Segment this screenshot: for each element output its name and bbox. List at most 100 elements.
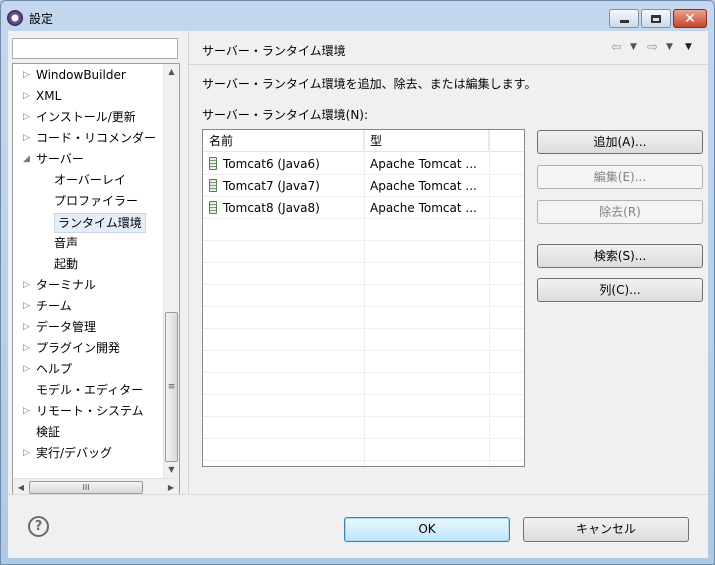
tree-item-label: WindowBuilder — [36, 68, 126, 82]
add-button[interactable]: 追加(A)... — [537, 130, 703, 154]
empty-table-row — [203, 351, 524, 373]
expand-arrow-icon[interactable]: ▷ — [23, 128, 33, 149]
tree-item[interactable]: ▷ コード・リコメンダー — [13, 128, 163, 149]
maximize-button[interactable] — [641, 9, 671, 28]
tree-item[interactable]: 音声 — [13, 233, 163, 254]
preference-tree: ▷ WindowBuilder ▷ XML ▷ インストール/更新 ▷ コード・リコメンダー ◢… — [12, 63, 180, 497]
tree-item-label: オーバーレイ — [54, 173, 126, 187]
expand-arrow-icon[interactable]: ▷ — [23, 296, 33, 317]
scroll-down-arrow-icon[interactable]: ▼ — [164, 462, 179, 478]
close-icon: ✕ — [684, 10, 696, 27]
tree-item-label: プラグイン開発 — [36, 341, 121, 355]
column-header-name[interactable]: 名前 — [203, 130, 364, 152]
tree-list: ▷ WindowBuilder ▷ XML ▷ インストール/更新 ▷ コード・リコメンダー ◢… — [13, 65, 163, 464]
title-bar[interactable]: 設定 ✕ — [1, 1, 714, 31]
tree-item-label: 起動 — [54, 257, 79, 271]
runtime-name-cell: Tomcat6 (Java6) — [209, 153, 359, 175]
tree-item[interactable]: ▷ WindowBuilder — [13, 65, 163, 86]
search-button[interactable]: 検索(S)... — [537, 244, 703, 268]
tree-item[interactable]: 検証 — [13, 422, 163, 443]
tree-item-label: ヘルプ — [36, 362, 73, 376]
scroll-up-arrow-icon[interactable]: ▲ — [164, 64, 179, 80]
expand-arrow-icon[interactable]: ▷ — [23, 317, 33, 338]
remove-button[interactable]: 除去(R) — [537, 200, 703, 224]
tree-item[interactable]: オーバーレイ — [13, 170, 163, 191]
ok-button[interactable]: OK — [344, 517, 510, 542]
preferences-window: 設定 ✕ ▷ WindowBuilder ▷ XML ▷ インストール/更新 ▷ コード・リコ… — [0, 0, 715, 565]
tree-item[interactable]: ▷ ヘルプ — [13, 359, 163, 380]
runtime-name-cell: Tomcat7 (Java7) — [209, 175, 359, 197]
cancel-button[interactable]: キャンセル — [523, 517, 689, 542]
runtime-environment-table[interactable]: 名前 型 Tomcat6 (Java6) Apache Tomcat ... Tom… — [202, 129, 525, 467]
tree-item[interactable]: ランタイム環境 — [13, 212, 163, 233]
minimize-icon — [619, 20, 629, 23]
runtime-name-cell: Tomcat8 (Java8) — [209, 197, 359, 219]
dialog-footer: ? OK キャンセル — [8, 494, 708, 558]
tree-item[interactable]: ▷ XML — [13, 86, 163, 107]
filter-input[interactable] — [12, 38, 178, 59]
table-row[interactable]: Tomcat7 (Java7) Apache Tomcat ... — [203, 175, 524, 197]
empty-table-row — [203, 263, 524, 285]
empty-table-row — [203, 329, 524, 351]
tree-item[interactable]: プロファイラー — [13, 191, 163, 212]
empty-table-row — [203, 439, 524, 461]
page-header: サーバー・ランタイム環境 ⇦ ▼ ⇨ ▼ ▼ — [189, 31, 708, 65]
runtime-type-cell: Apache Tomcat ... — [370, 201, 477, 215]
expand-arrow-icon[interactable]: ▷ — [23, 338, 33, 359]
maximize-icon — [651, 14, 661, 23]
column-header-type[interactable]: 型 — [364, 130, 489, 152]
tree-item-label: リモート・システム — [36, 404, 144, 418]
expand-arrow-icon[interactable]: ▷ — [23, 65, 33, 86]
columns-button[interactable]: 列(C)... — [537, 278, 703, 302]
tree-item[interactable]: ▷ リモート・システム — [13, 401, 163, 422]
back-history-dropdown-icon[interactable]: ▼ — [630, 42, 637, 52]
edit-button[interactable]: 編集(E)... — [537, 165, 703, 189]
empty-table-row — [203, 417, 524, 439]
expand-arrow-icon[interactable]: ▷ — [23, 275, 33, 296]
tree-item[interactable]: ▷ 実行/デバッグ — [13, 443, 163, 464]
tree-vertical-scrollbar[interactable]: ▲ ≡ ▼ — [163, 64, 179, 478]
tree-item-label: モデル・エディター — [36, 383, 144, 397]
server-icon — [209, 179, 217, 192]
view-menu-icon[interactable]: ▼ — [685, 42, 692, 52]
table-row[interactable]: Tomcat8 (Java8) Apache Tomcat ... — [203, 197, 524, 219]
tree-item[interactable]: モデル・エディター — [13, 380, 163, 401]
close-button[interactable]: ✕ — [673, 9, 707, 28]
expand-arrow-icon[interactable]: ▷ — [23, 107, 33, 128]
column-header-filler — [489, 130, 524, 152]
tree-item-label: 検証 — [36, 425, 61, 439]
expand-arrow-icon[interactable]: ▷ — [23, 86, 33, 107]
window-title: 設定 — [29, 12, 54, 26]
scroll-thumb[interactable]: ≡ — [165, 312, 178, 462]
tree-item[interactable]: ▷ インストール/更新 — [13, 107, 163, 128]
collapse-arrow-icon[interactable]: ◢ — [23, 149, 33, 170]
empty-table-row — [203, 285, 524, 307]
back-arrow-icon[interactable]: ⇦ — [611, 40, 622, 55]
empty-table-row — [203, 241, 524, 263]
tree-item[interactable]: ◢ サーバー — [13, 149, 163, 170]
table-row[interactable]: Tomcat6 (Java6) Apache Tomcat ... — [203, 153, 524, 175]
empty-table-row — [203, 395, 524, 417]
tree-item[interactable]: ▷ チーム — [13, 296, 163, 317]
tree-item-label: インストール/更新 — [36, 110, 136, 124]
help-icon[interactable]: ? — [28, 516, 49, 537]
forward-history-dropdown-icon[interactable]: ▼ — [666, 42, 673, 52]
tree-item-label: チーム — [36, 299, 72, 313]
tree-item[interactable]: ▷ ターミナル — [13, 275, 163, 296]
tree-item-label: サーバー — [36, 152, 84, 166]
expand-arrow-icon[interactable]: ▷ — [23, 401, 33, 422]
empty-table-row — [203, 373, 524, 395]
panel-splitter[interactable] — [188, 31, 189, 494]
expand-arrow-icon[interactable]: ▷ — [23, 359, 33, 380]
tree-item-label: ランタイム環境 — [54, 213, 146, 233]
tree-item[interactable]: 起動 — [13, 254, 163, 275]
tree-item[interactable]: ▷ プラグイン開発 — [13, 338, 163, 359]
expand-arrow-icon[interactable]: ▷ — [23, 443, 33, 464]
tree-item-label: 実行/デバッグ — [36, 446, 113, 460]
minimize-button[interactable] — [609, 9, 639, 28]
eclipse-icon — [7, 10, 23, 26]
tree-item[interactable]: ▷ データ管理 — [13, 317, 163, 338]
tree-item-label: 音声 — [54, 236, 79, 250]
forward-arrow-icon[interactable]: ⇨ — [647, 40, 658, 55]
hscroll-thumb[interactable]: III — [29, 481, 143, 494]
